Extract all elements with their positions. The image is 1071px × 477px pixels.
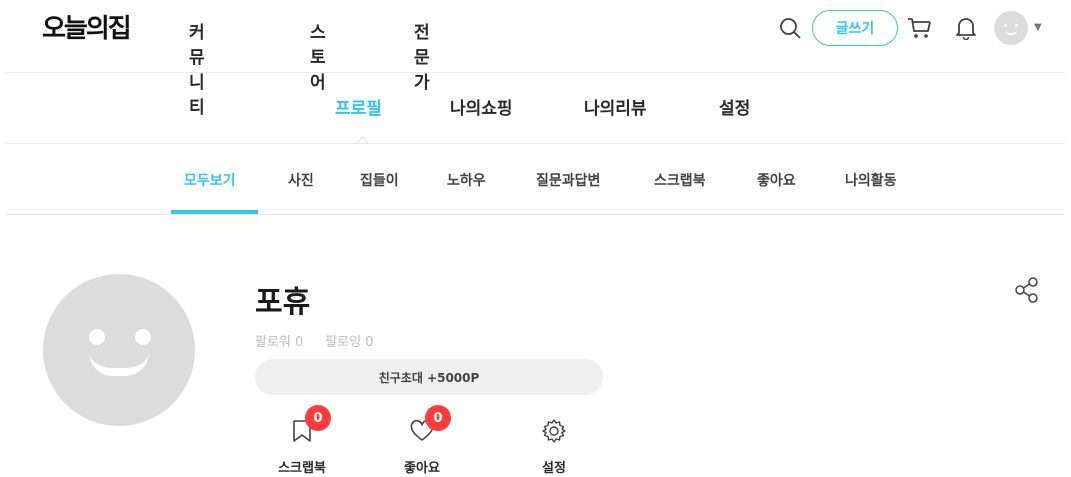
category-housewarming[interactable]: 집들이: [360, 170, 399, 190]
logo[interactable]: 오늘의집: [42, 8, 132, 45]
top-header: 오늘의집 커뮤니티 스토어 전문가 글쓰기 ▼: [0, 0, 1071, 118]
scrapbook-label: 스크랩북: [278, 461, 326, 476]
likes-badge: 0: [425, 405, 451, 431]
avatar-mouth: [89, 352, 149, 376]
profile-name: 포휴: [255, 285, 311, 320]
likes-stat[interactable]: 0 좋아요: [382, 405, 462, 476]
category-likes[interactable]: 좋아요: [757, 170, 796, 190]
follow-stats: 팔로워 0 팔로잉 0: [255, 331, 374, 350]
invite-friend-button[interactable]: 친구초대 +5000P: [255, 359, 603, 395]
scrapbook-badge: 0: [305, 405, 331, 431]
caret-down-icon[interactable]: ▼: [1034, 22, 1042, 33]
tab-profile[interactable]: 프로필: [335, 94, 382, 119]
tab-my-reviews[interactable]: 나의리뷰: [584, 94, 647, 119]
category-photo[interactable]: 사진: [288, 170, 314, 190]
gear-icon: [541, 417, 567, 445]
likes-label: 좋아요: [404, 461, 440, 476]
category-nav: 모두보기 사진 집들이 노하우 질문과답변 스크랩북 좋아요 나의활동: [0, 170, 1071, 216]
user-avatar[interactable]: [994, 11, 1028, 45]
following-count[interactable]: 팔로잉 0: [325, 331, 373, 350]
nav-experts[interactable]: 전문가: [414, 18, 430, 93]
tab-my-shopping[interactable]: 나의쇼핑: [450, 94, 513, 119]
avatar-eye: [1004, 24, 1007, 27]
category-scrapbook[interactable]: 스크랩북: [654, 170, 706, 190]
profile-avatar: [43, 274, 195, 426]
settings-label: 설정: [542, 461, 566, 476]
category-knowhow[interactable]: 노하우: [447, 170, 486, 190]
nav-store[interactable]: 스토어: [310, 18, 326, 93]
follower-count[interactable]: 팔로워 0: [255, 331, 303, 350]
header-divider: [6, 72, 1065, 73]
category-all[interactable]: 모두보기: [184, 170, 236, 190]
avatar-eye: [1015, 24, 1018, 27]
tab-settings[interactable]: 설정: [719, 94, 750, 119]
share-icon[interactable]: [1013, 276, 1041, 304]
settings-stat[interactable]: 설정: [514, 413, 594, 476]
avatar-eye: [89, 329, 105, 345]
search-icon[interactable]: [776, 10, 804, 46]
bell-icon[interactable]: [952, 10, 980, 46]
cart-icon[interactable]: [906, 10, 934, 46]
avatar-mouth: [1005, 30, 1017, 35]
subnav-divider: [6, 143, 1065, 144]
scrapbook-stat[interactable]: 0 스크랩북: [262, 405, 342, 476]
category-divider: [6, 214, 1065, 215]
category-my-activity[interactable]: 나의활동: [845, 170, 897, 190]
category-qna[interactable]: 질문과답변: [536, 170, 600, 190]
sub-nav: 프로필 나의쇼핑 나의리뷰 설정: [0, 94, 1071, 130]
avatar-eye: [135, 329, 151, 345]
write-button[interactable]: 글쓰기: [812, 10, 898, 46]
